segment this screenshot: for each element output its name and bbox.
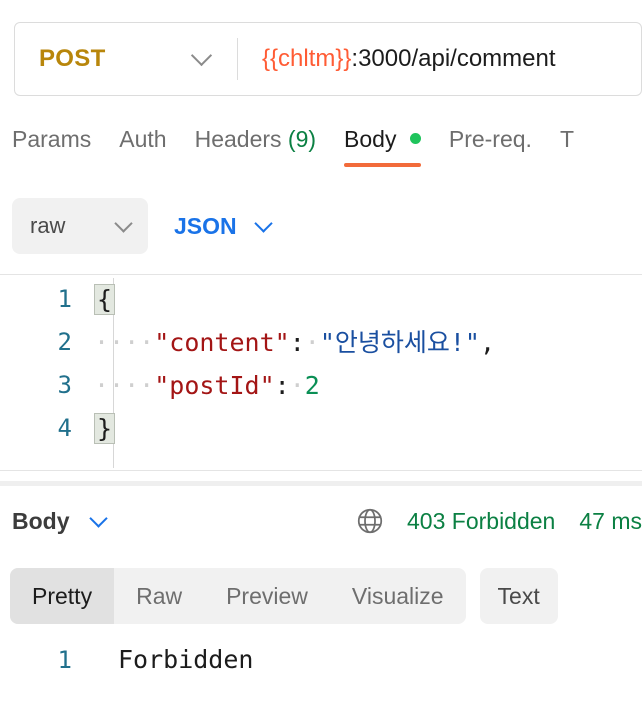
response-format-dropdown[interactable]: Text: [479, 568, 558, 624]
tab-params-label: Params: [12, 126, 92, 152]
response-view-visualize[interactable]: Visualize: [330, 568, 466, 624]
space-dot: ·: [304, 328, 320, 357]
code-content: }: [90, 407, 116, 450]
tab-pre-request[interactable]: Pre-req.: [449, 126, 532, 167]
line-number: 1: [57, 285, 72, 313]
code-content: ····"postId":·2: [90, 364, 320, 407]
body-format-dropdown[interactable]: JSON: [174, 212, 273, 240]
line-number: 3: [57, 371, 72, 399]
tab-params[interactable]: Params: [12, 126, 91, 167]
body-type-label: raw: [30, 213, 66, 238]
response-view-pretty-label: Pretty: [32, 582, 93, 609]
editor-top-divider: [0, 274, 642, 275]
line-number: 1: [57, 645, 72, 674]
response-status-badge: 403 Forbidden: [407, 507, 556, 534]
url-path-text: :3000/api/comment: [351, 45, 556, 72]
response-summary-bar: Body 403 Forbidden 47 ms: [0, 492, 642, 550]
body-format-label: JSON: [174, 212, 237, 239]
response-view-pretty[interactable]: Pretty: [10, 568, 115, 624]
response-view-preview-label: Preview: [226, 582, 308, 609]
request-url-input[interactable]: {{chltm}}:3000/api/comment: [238, 45, 556, 73]
response-view-raw[interactable]: Raw: [114, 568, 204, 624]
tab-headers-count: (9): [287, 126, 317, 152]
json-number-value: 2: [304, 371, 320, 400]
brace-open-highlight: {: [94, 284, 116, 315]
response-body-text: Forbidden: [118, 645, 254, 674]
response-view-raw-label: Raw: [136, 582, 183, 609]
url-variable-token: {{chltm}}: [262, 45, 352, 72]
http-method-label: POST: [39, 45, 106, 72]
tab-auth[interactable]: Auth: [119, 126, 166, 167]
response-view-tab-bar: Pretty Raw Preview Visualize Text: [10, 568, 558, 624]
response-format-label: Text: [497, 582, 540, 609]
active-tab-underline: [344, 163, 421, 167]
request-url-bar: POST {{chltm}}:3000/api/comment: [14, 22, 642, 96]
tab-pre-request-label: Pre-req.: [448, 126, 532, 152]
response-section-divider: [0, 481, 642, 486]
chevron-down-icon: [253, 214, 273, 235]
line-number: 4: [57, 414, 72, 442]
brace-close-highlight: }: [94, 413, 116, 444]
tab-headers-label: Headers: [194, 126, 282, 152]
body-modified-dot-icon: [409, 133, 421, 144]
tab-tests-label: T: [559, 126, 575, 152]
indent-dots: ····: [94, 328, 155, 357]
code-line: 4 }: [0, 407, 642, 450]
request-body-editor[interactable]: 1 { 2 ····"content":·"안녕하세요!", 3 ····"po…: [0, 278, 642, 468]
editor-bottom-divider: [0, 470, 642, 471]
line-number: 2: [57, 328, 72, 356]
tab-body[interactable]: Body: [344, 126, 421, 167]
indent-dots: ····: [94, 371, 155, 400]
body-type-bar: raw JSON: [0, 196, 642, 256]
json-string-value: "안녕하세요!": [319, 328, 480, 357]
body-type-dropdown[interactable]: raw: [12, 198, 148, 254]
chevron-down-icon[interactable]: [88, 509, 108, 530]
code-line: 3 ····"postId":·2: [0, 364, 642, 407]
space-dot: ·: [289, 371, 305, 400]
globe-icon: [355, 506, 385, 536]
response-view-preview[interactable]: Preview: [204, 568, 330, 624]
response-body-viewer[interactable]: 1 Forbidden: [0, 638, 642, 702]
code-line: 1 Forbidden: [0, 638, 642, 681]
json-colon: :: [274, 371, 290, 400]
code-line: 1 {: [0, 278, 642, 321]
chevron-down-icon: [190, 44, 213, 68]
tab-tests[interactable]: T: [560, 126, 574, 167]
tab-headers[interactable]: Headers (9): [195, 126, 316, 167]
response-time: 47 ms: [579, 507, 642, 534]
chevron-down-icon: [114, 214, 133, 235]
response-view-segmented-control: Pretty Raw Preview Visualize: [10, 568, 466, 624]
http-method-selector[interactable]: POST: [15, 23, 237, 95]
response-view-visualize-label: Visualize: [351, 582, 444, 609]
code-content: ····"content":·"안녕하세요!",: [90, 321, 495, 364]
tab-auth-label: Auth: [119, 126, 167, 152]
json-colon: :: [289, 328, 305, 357]
response-body-label: Body: [12, 507, 70, 534]
code-content: {: [90, 278, 116, 321]
tab-body-label: Body: [344, 126, 397, 152]
request-tab-bar: Params Auth Headers (9) Body Pre-req. T: [0, 126, 642, 182]
json-key: "postId": [154, 371, 275, 400]
code-line: 2 ····"content":·"안녕하세요!",: [0, 321, 642, 364]
json-key: "content": [154, 328, 290, 357]
json-comma: ,: [479, 328, 496, 357]
